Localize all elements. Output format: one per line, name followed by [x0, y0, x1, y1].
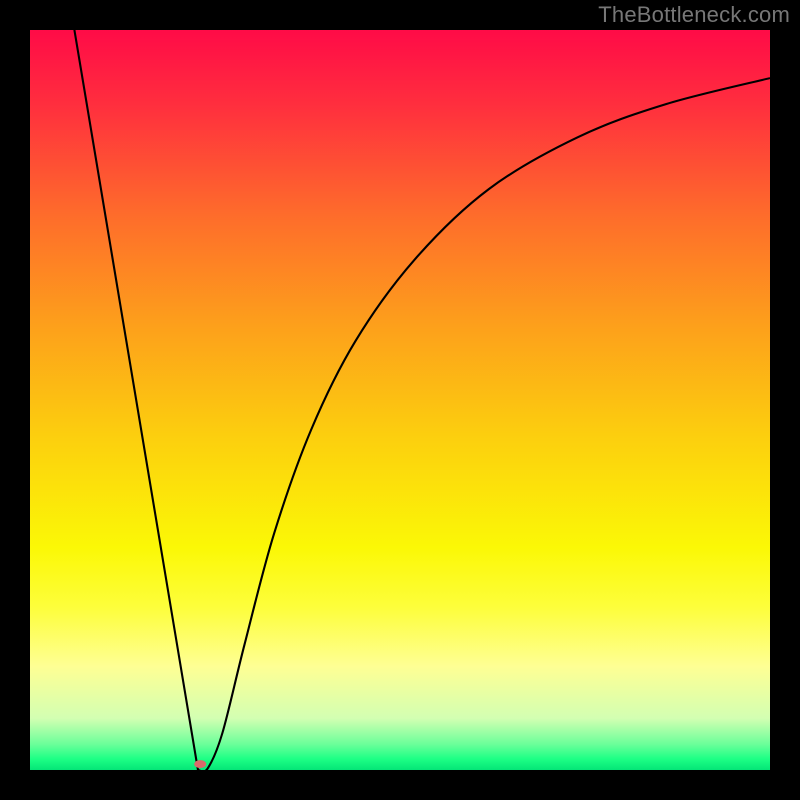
optimum-marker [194, 760, 206, 768]
plot-background [30, 30, 770, 770]
watermark-text: TheBottleneck.com [598, 2, 790, 28]
plot-area [30, 30, 770, 770]
chart-svg [30, 30, 770, 770]
chart-frame: TheBottleneck.com [0, 0, 800, 800]
